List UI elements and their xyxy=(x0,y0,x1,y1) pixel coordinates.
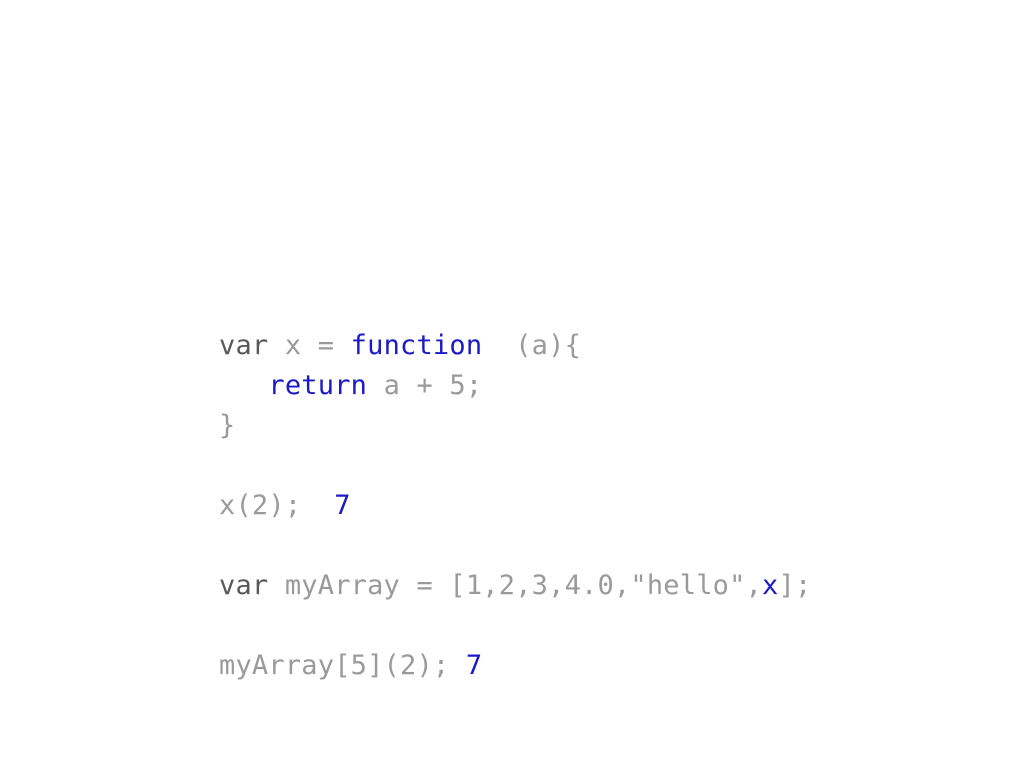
code-line-call-x: x(2); 7 xyxy=(219,486,999,526)
code-line-fn-decl: var x = function (a){ xyxy=(219,326,999,366)
code-token-array-decl-2: x xyxy=(762,570,779,601)
code-token-fn-close-0: } xyxy=(219,410,236,441)
code-token-fn-decl-0: var xyxy=(219,330,285,361)
slide-canvas: var x = function (a){ return a + 5;} x(2… xyxy=(0,0,1024,768)
code-token-fn-decl-2: function xyxy=(350,330,483,361)
code-token-fn-return-2: a + 5; xyxy=(367,370,483,401)
code-line-array-decl: var myArray = [1,2,3,4.0,"hello",x]; xyxy=(219,566,999,606)
code-block: var x = function (a){ return a + 5;} x(2… xyxy=(219,326,999,686)
code-token-array-decl-1: myArray = [1,2,3,4.0,"hello", xyxy=(284,570,763,601)
code-line-spacer-2 xyxy=(219,526,999,566)
code-token-array-call-2: 7 xyxy=(465,650,483,681)
code-token-array-decl-3: ]; xyxy=(778,570,812,601)
code-token-call-x-2: 7 xyxy=(334,490,351,521)
code-token-call-x-0: x(2); xyxy=(219,490,302,521)
code-token-fn-return-0 xyxy=(219,370,268,401)
code-token-array-call-1 xyxy=(449,650,465,681)
code-token-call-x-1 xyxy=(301,490,334,521)
code-token-array-call-0: myArray[5](2); xyxy=(219,650,450,681)
code-token-fn-return-1: return xyxy=(268,370,368,401)
code-token-array-decl-0: var xyxy=(219,570,285,601)
code-line-spacer-1 xyxy=(219,446,999,486)
code-line-fn-return: return a + 5; xyxy=(219,366,999,406)
code-line-spacer-3 xyxy=(219,606,999,646)
code-line-array-call: myArray[5](2); 7 xyxy=(219,646,999,686)
code-token-fn-decl-1: x = xyxy=(284,330,351,361)
code-token-fn-decl-3: (a){ xyxy=(482,330,582,361)
code-line-fn-close: } xyxy=(219,406,999,446)
